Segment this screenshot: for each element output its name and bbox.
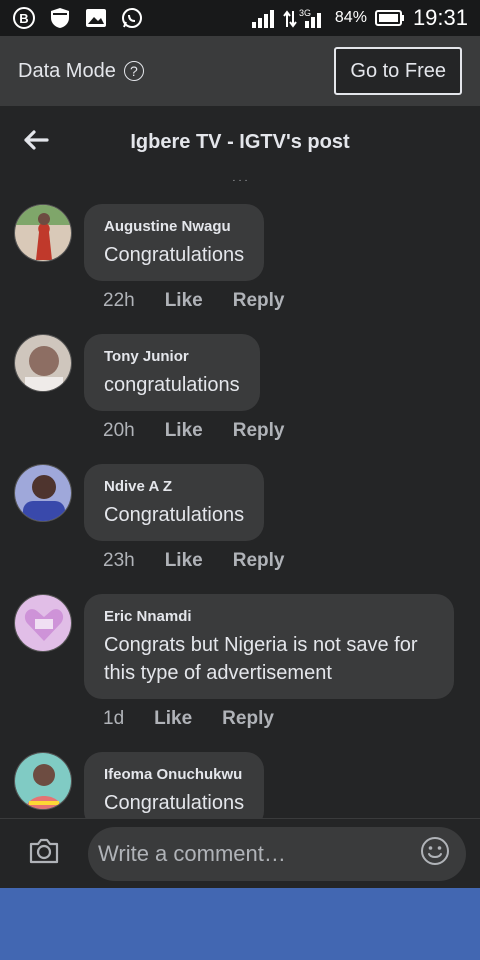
comment-bubble[interactable]: Eric Nnamdi Congrats but Nigeria is not …	[84, 594, 454, 699]
comment-input-wrapper	[88, 826, 466, 881]
comment-meta: 20h Like Reply	[103, 420, 284, 442]
image-icon	[84, 6, 108, 30]
avatar[interactable]	[14, 464, 72, 522]
page-title: Igbere TV - IGTV's post	[130, 130, 350, 153]
like-button[interactable]: Like	[165, 550, 203, 572]
comment-composer	[0, 818, 480, 888]
b-circle-icon: B	[12, 6, 36, 30]
reply-button[interactable]: Reply	[233, 290, 285, 312]
battery-icon	[374, 6, 405, 30]
smiley-icon	[420, 836, 450, 871]
avatar[interactable]	[14, 204, 72, 262]
scroll-hint: · · ·	[232, 178, 248, 186]
comment-author[interactable]: Ifeoma Onuchukwu	[104, 766, 244, 783]
comment-input[interactable]	[98, 840, 418, 867]
comment-meta: 22h Like Reply	[103, 290, 284, 312]
comment-text-line-2: this type of advertisement	[104, 662, 332, 684]
signal-icon	[251, 6, 275, 30]
back-button[interactable]	[0, 106, 72, 178]
reply-button[interactable]: Reply	[233, 420, 285, 442]
comment-author[interactable]: Tony Junior	[104, 348, 240, 365]
bottom-nav-bar	[0, 888, 480, 960]
comment-text: congratulations	[104, 374, 240, 396]
like-button[interactable]: Like	[165, 420, 203, 442]
comment-author[interactable]: Ndive A Z	[104, 478, 244, 495]
go-to-free-button[interactable]: Go to Free	[334, 47, 462, 95]
svg-text:B: B	[19, 11, 28, 26]
comment-bubble[interactable]: Ndive A Z Congratulations	[84, 464, 265, 541]
data-mode-bar: Data Mode ? Go to Free	[0, 36, 480, 106]
comment-time: 23h	[103, 550, 135, 571]
camera-button[interactable]	[0, 819, 88, 889]
reply-button[interactable]: Reply	[233, 550, 285, 572]
comment-time: 20h	[103, 420, 135, 441]
comment-meta: 1d Like Reply	[103, 708, 274, 730]
comment-text: Congratulations	[104, 244, 245, 266]
data-mode-label: Data Mode	[18, 59, 116, 82]
comment-text: Congratulations	[104, 504, 245, 526]
comment-author[interactable]: Augustine Nwagu	[104, 218, 244, 235]
comment-bubble[interactable]: Augustine Nwagu Congratulations	[84, 204, 265, 281]
post-header: Igbere TV - IGTV's post	[0, 106, 480, 178]
comment-text-line-1: Congrats but Nigeria is not save for	[104, 634, 418, 656]
shield-icon	[48, 6, 72, 30]
network-3g-icon: 3G	[283, 6, 327, 30]
help-icon[interactable]: ?	[123, 61, 144, 81]
status-bar: B 3G 84% 19:31	[0, 0, 480, 36]
comment-text: Congratulations	[104, 792, 245, 814]
comment-bubble[interactable]: Tony Junior congratulations	[84, 334, 260, 411]
whatsapp-icon	[120, 6, 144, 30]
arrow-left-icon	[23, 129, 49, 156]
camera-icon	[28, 837, 60, 870]
clock: 19:31	[412, 5, 468, 30]
avatar[interactable]	[14, 334, 72, 392]
reply-button[interactable]: Reply	[222, 708, 274, 730]
comment-meta: 23h Like Reply	[103, 550, 284, 572]
comment-time: 1d	[103, 708, 125, 729]
avatar[interactable]	[14, 752, 72, 810]
like-button[interactable]: Like	[154, 708, 192, 730]
comment-author[interactable]: Eric Nnamdi	[104, 608, 434, 625]
svg-text:3G: 3G	[299, 8, 311, 18]
comment-bubble[interactable]: Ifeoma Onuchukwu Congratulations	[84, 752, 265, 818]
avatar[interactable]	[14, 594, 72, 652]
emoji-button[interactable]	[418, 837, 452, 871]
battery-percent: 84%	[334, 9, 367, 26]
like-button[interactable]: Like	[165, 290, 203, 312]
comments-list[interactable]: · · · Augustine Nwagu Congratulations 22…	[0, 178, 480, 818]
comment-time: 22h	[103, 290, 135, 311]
